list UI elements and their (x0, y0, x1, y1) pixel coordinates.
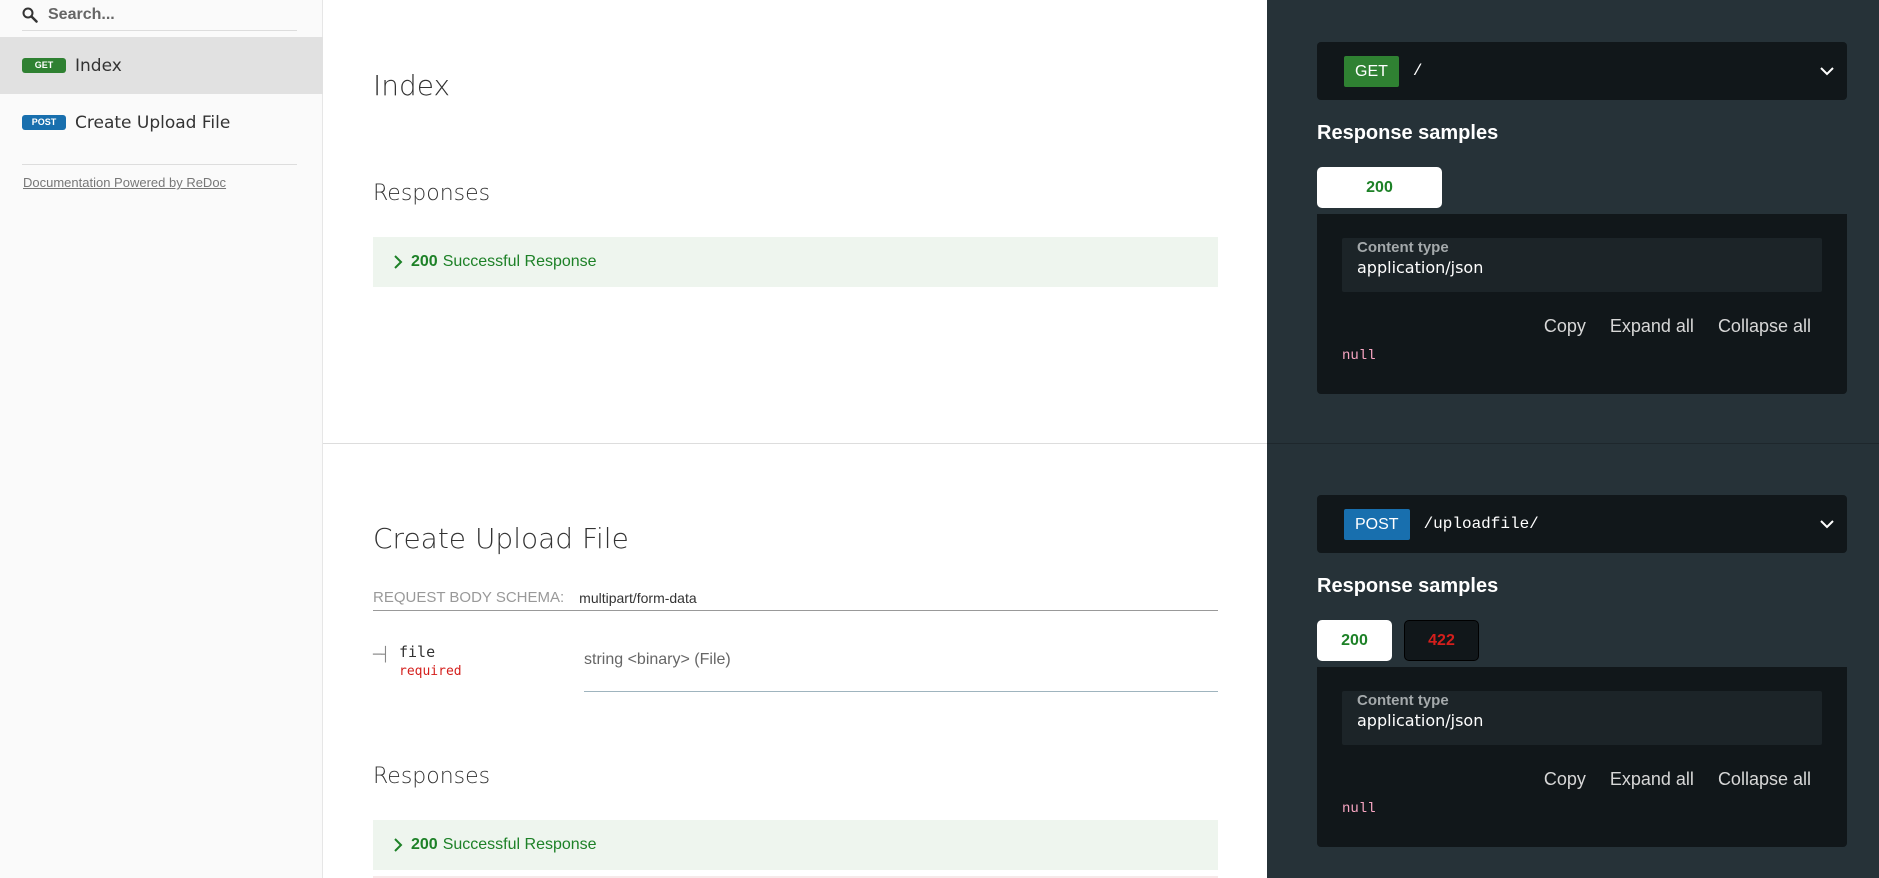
response-code: 200 (411, 836, 438, 853)
response-200-row[interactable]: 200 Successful Response (373, 237, 1218, 287)
request-body-label: REQUEST BODY SCHEMA: (373, 589, 565, 606)
search-box (22, 0, 297, 31)
chevron-right-icon (394, 838, 403, 852)
content-type-value: application/json (1357, 711, 1484, 730)
content-type-box[interactable]: Content type application/json (1342, 691, 1822, 745)
chevron-down-icon (1820, 520, 1834, 529)
main-content: Index Responses 200 Successful Response … (323, 0, 1267, 878)
sample-value: null (1342, 348, 1376, 364)
response-code: 200 (411, 253, 438, 270)
collapse-all-button[interactable]: Collapse all (1718, 769, 1811, 790)
response-sample-box: Content type application/json Copy Expan… (1317, 667, 1847, 847)
field-tree-line: ─┤ (373, 647, 390, 663)
endpoint-path: /uploadfile/ (1423, 515, 1539, 533)
content-type-label: Content type (1357, 239, 1449, 256)
sample-actions: Copy Expand all Collapse all (1544, 316, 1811, 337)
search-input[interactable] (48, 6, 268, 24)
chevron-right-icon (394, 255, 403, 269)
sidebar-item-index[interactable]: GET Index (0, 37, 323, 94)
search-icon (22, 7, 38, 23)
section-divider (323, 443, 1267, 444)
post-method-badge: POST (1344, 508, 1410, 540)
response-samples-title: Response samples (1317, 122, 1499, 144)
sidebar: GET Index POST Create Upload File Docume… (0, 0, 323, 878)
request-body-type: multipart/form-data (579, 590, 697, 606)
expand-all-button[interactable]: Expand all (1610, 316, 1694, 337)
sidebar-divider (22, 164, 297, 165)
responses-heading: Responses (373, 764, 491, 789)
responses-heading: Responses (373, 181, 491, 206)
copy-button[interactable]: Copy (1544, 316, 1586, 337)
sample-actions: Copy Expand all Collapse all (1544, 769, 1811, 790)
get-method-badge: GET (1344, 55, 1399, 87)
sidebar-item-label: Create Upload File (75, 112, 231, 133)
field-type: string <binary> (File) (584, 641, 1218, 692)
operation-title: Index (373, 69, 451, 102)
response-200-row[interactable]: 200 Successful Response (373, 820, 1218, 870)
expand-all-button[interactable]: Expand all (1610, 769, 1694, 790)
right-panel: GET / Response samples 200 Content type … (1267, 0, 1879, 878)
content-type-box[interactable]: Content type application/json (1342, 238, 1822, 292)
sidebar-item-create-upload-file[interactable]: POST Create Upload File (0, 94, 323, 151)
response-sample-box: Content type application/json Copy Expan… (1317, 214, 1847, 394)
content-type-label: Content type (1357, 692, 1449, 709)
tab-422[interactable]: 422 (1404, 620, 1479, 661)
endpoint-get-root[interactable]: GET / (1317, 42, 1847, 100)
tab-200[interactable]: 200 (1317, 620, 1392, 661)
collapse-all-button[interactable]: Collapse all (1718, 316, 1811, 337)
response-description: Successful Response (442, 253, 597, 270)
tab-200[interactable]: 200 (1317, 167, 1442, 208)
content-type-value: application/json (1357, 258, 1484, 277)
powered-by-redoc-link[interactable]: Documentation Powered by ReDoc (23, 175, 226, 190)
post-method-badge: POST (22, 115, 66, 130)
request-body-schema: REQUEST BODY SCHEMA: multipart/form-data (373, 580, 1218, 611)
endpoint-post-uploadfile[interactable]: POST /uploadfile/ (1317, 495, 1847, 553)
operation-title: Create Upload File (373, 522, 629, 555)
copy-button[interactable]: Copy (1544, 769, 1586, 790)
sidebar-item-label: Index (75, 55, 122, 76)
endpoint-path: / (1412, 62, 1423, 80)
response-samples-title: Response samples (1317, 575, 1499, 597)
section-divider (1267, 443, 1879, 444)
chevron-down-icon (1820, 67, 1834, 76)
field-name: file (399, 643, 436, 661)
get-method-badge: GET (22, 58, 66, 73)
field-required: required (399, 664, 462, 679)
response-description: Successful Response (442, 836, 597, 853)
sample-value: null (1342, 801, 1376, 817)
